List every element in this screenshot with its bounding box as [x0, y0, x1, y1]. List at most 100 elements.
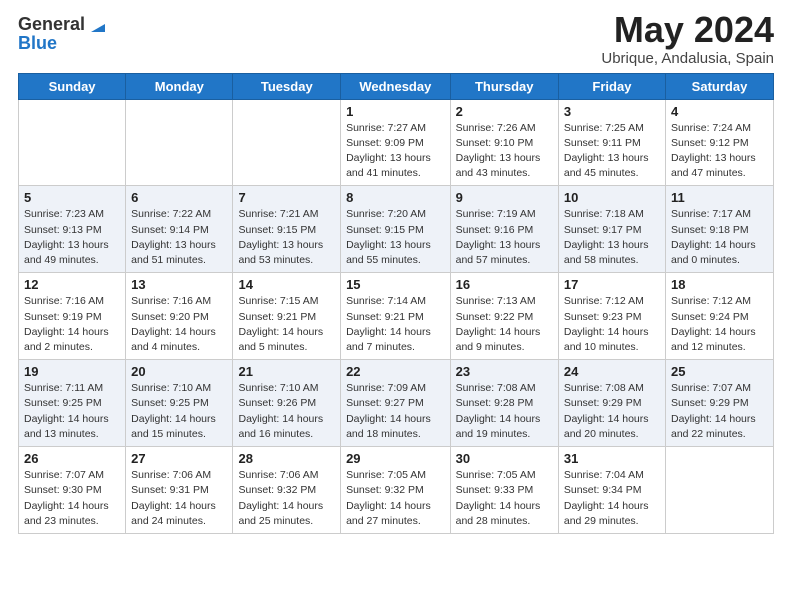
- day-info: Sunrise: 7:11 AMSunset: 9:25 PMDaylight:…: [24, 381, 120, 442]
- day-info: Sunrise: 7:16 AMSunset: 9:20 PMDaylight:…: [131, 294, 227, 355]
- page: General Blue May 2024 Ubrique, Andalusia…: [0, 0, 792, 612]
- calendar-empty-cell: [233, 99, 341, 186]
- calendar-day-cell: 1 Sunrise: 7:27 AMSunset: 9:09 PMDaylight…: [341, 99, 451, 186]
- day-info: Sunrise: 7:07 AMSunset: 9:30 PMDaylight:…: [24, 468, 120, 529]
- weekday-header-row: SundayMondayTuesdayWednesdayThursdayFrid…: [19, 73, 774, 99]
- weekday-header-tuesday: Tuesday: [233, 73, 341, 99]
- day-number: 10: [564, 190, 660, 205]
- day-info: Sunrise: 7:12 AMSunset: 9:24 PMDaylight:…: [671, 294, 768, 355]
- day-info: Sunrise: 7:14 AMSunset: 9:21 PMDaylight:…: [346, 294, 445, 355]
- calendar-day-cell: 27 Sunrise: 7:06 AMSunset: 9:31 PMDayligh…: [126, 447, 233, 534]
- day-number: 8: [346, 190, 445, 205]
- day-info: Sunrise: 7:05 AMSunset: 9:32 PMDaylight:…: [346, 468, 445, 529]
- calendar-week-row: 5 Sunrise: 7:23 AMSunset: 9:13 PMDaylight…: [19, 186, 774, 273]
- day-info: Sunrise: 7:13 AMSunset: 9:22 PMDaylight:…: [456, 294, 553, 355]
- calendar-day-cell: 17Sunrise: 7:12 AMSunset: 9:23 PMDayligh…: [558, 273, 665, 360]
- day-info: Sunrise: 7:21 AMSunset: 9:15 PMDaylight:…: [238, 207, 335, 268]
- day-number: 15: [346, 277, 445, 292]
- day-info: Sunrise: 7:17 AMSunset: 9:18 PMDaylight:…: [671, 207, 768, 268]
- day-info: Sunrise: 7:06 AMSunset: 9:31 PMDaylight:…: [131, 468, 227, 529]
- day-number: 1: [346, 104, 445, 119]
- calendar-day-cell: 6 Sunrise: 7:22 AMSunset: 9:14 PMDaylight…: [126, 186, 233, 273]
- calendar-empty-cell: [665, 447, 773, 534]
- day-info: Sunrise: 7:08 AMSunset: 9:29 PMDaylight:…: [564, 381, 660, 442]
- calendar-day-cell: 12Sunrise: 7:16 AMSunset: 9:19 PMDayligh…: [19, 273, 126, 360]
- day-number: 6: [131, 190, 227, 205]
- day-info: Sunrise: 7:22 AMSunset: 9:14 PMDaylight:…: [131, 207, 227, 268]
- day-number: 30: [456, 451, 553, 466]
- calendar-day-cell: 23Sunrise: 7:08 AMSunset: 9:28 PMDayligh…: [450, 360, 558, 447]
- calendar-day-cell: 7 Sunrise: 7:21 AMSunset: 9:15 PMDaylight…: [233, 186, 341, 273]
- calendar-day-cell: 19Sunrise: 7:11 AMSunset: 9:25 PMDayligh…: [19, 360, 126, 447]
- weekday-header-thursday: Thursday: [450, 73, 558, 99]
- day-number: 2: [456, 104, 553, 119]
- calendar-week-row: 1 Sunrise: 7:27 AMSunset: 9:09 PMDaylight…: [19, 99, 774, 186]
- day-number: 18: [671, 277, 768, 292]
- calendar-table: SundayMondayTuesdayWednesdayThursdayFrid…: [18, 73, 774, 534]
- calendar-day-cell: 9 Sunrise: 7:19 AMSunset: 9:16 PMDaylight…: [450, 186, 558, 273]
- logo-blue-text: Blue: [18, 34, 109, 54]
- day-number: 11: [671, 190, 768, 205]
- day-info: Sunrise: 7:15 AMSunset: 9:21 PMDaylight:…: [238, 294, 335, 355]
- title-month: May 2024: [601, 10, 774, 50]
- day-number: 14: [238, 277, 335, 292]
- day-number: 31: [564, 451, 660, 466]
- weekday-header-friday: Friday: [558, 73, 665, 99]
- calendar-day-cell: 22 Sunrise: 7:09 AMSunset: 9:27 PMDayligh…: [341, 360, 451, 447]
- day-info: Sunrise: 7:27 AMSunset: 9:09 PMDaylight:…: [346, 121, 445, 182]
- calendar-day-cell: 29 Sunrise: 7:05 AMSunset: 9:32 PMDayligh…: [341, 447, 451, 534]
- calendar-day-cell: 10 Sunrise: 7:18 AMSunset: 9:17 PMDayligh…: [558, 186, 665, 273]
- calendar-day-cell: 14 Sunrise: 7:15 AMSunset: 9:21 PMDayligh…: [233, 273, 341, 360]
- day-info: Sunrise: 7:12 AMSunset: 9:23 PMDaylight:…: [564, 294, 660, 355]
- calendar-day-cell: 4Sunrise: 7:24 AMSunset: 9:12 PMDaylight…: [665, 99, 773, 186]
- day-info: Sunrise: 7:09 AMSunset: 9:27 PMDaylight:…: [346, 381, 445, 442]
- calendar-day-cell: 8Sunrise: 7:20 AMSunset: 9:15 PMDaylight…: [341, 186, 451, 273]
- day-number: 27: [131, 451, 227, 466]
- calendar-week-row: 19Sunrise: 7:11 AMSunset: 9:25 PMDayligh…: [19, 360, 774, 447]
- day-info: Sunrise: 7:07 AMSunset: 9:29 PMDaylight:…: [671, 381, 768, 442]
- day-info: Sunrise: 7:16 AMSunset: 9:19 PMDaylight:…: [24, 294, 120, 355]
- calendar-day-cell: 26Sunrise: 7:07 AMSunset: 9:30 PMDayligh…: [19, 447, 126, 534]
- calendar-empty-cell: [19, 99, 126, 186]
- calendar-week-row: 26Sunrise: 7:07 AMSunset: 9:30 PMDayligh…: [19, 447, 774, 534]
- calendar-empty-cell: [126, 99, 233, 186]
- calendar-day-cell: 24 Sunrise: 7:08 AMSunset: 9:29 PMDayligh…: [558, 360, 665, 447]
- day-number: 20: [131, 364, 227, 379]
- calendar-week-row: 12Sunrise: 7:16 AMSunset: 9:19 PMDayligh…: [19, 273, 774, 360]
- calendar-day-cell: 11 Sunrise: 7:17 AMSunset: 9:18 PMDayligh…: [665, 186, 773, 273]
- day-info: Sunrise: 7:25 AMSunset: 9:11 PMDaylight:…: [564, 121, 660, 182]
- day-number: 24: [564, 364, 660, 379]
- day-info: Sunrise: 7:05 AMSunset: 9:33 PMDaylight:…: [456, 468, 553, 529]
- calendar-day-cell: 13Sunrise: 7:16 AMSunset: 9:20 PMDayligh…: [126, 273, 233, 360]
- weekday-header-wednesday: Wednesday: [341, 73, 451, 99]
- day-number: 7: [238, 190, 335, 205]
- day-info: Sunrise: 7:19 AMSunset: 9:16 PMDaylight:…: [456, 207, 553, 268]
- calendar-day-cell: 28Sunrise: 7:06 AMSunset: 9:32 PMDayligh…: [233, 447, 341, 534]
- calendar-day-cell: 15 Sunrise: 7:14 AMSunset: 9:21 PMDayligh…: [341, 273, 451, 360]
- calendar-day-cell: 25 Sunrise: 7:07 AMSunset: 9:29 PMDayligh…: [665, 360, 773, 447]
- day-info: Sunrise: 7:10 AMSunset: 9:26 PMDaylight:…: [238, 381, 335, 442]
- logo: General Blue: [18, 14, 109, 54]
- calendar-day-cell: 5 Sunrise: 7:23 AMSunset: 9:13 PMDaylight…: [19, 186, 126, 273]
- day-number: 29: [346, 451, 445, 466]
- day-number: 23: [456, 364, 553, 379]
- day-number: 9: [456, 190, 553, 205]
- logo-general-text: General: [18, 15, 85, 35]
- day-number: 25: [671, 364, 768, 379]
- day-info: Sunrise: 7:18 AMSunset: 9:17 PMDaylight:…: [564, 207, 660, 268]
- calendar-day-cell: 3Sunrise: 7:25 AMSunset: 9:11 PMDaylight…: [558, 99, 665, 186]
- day-info: Sunrise: 7:26 AMSunset: 9:10 PMDaylight:…: [456, 121, 553, 182]
- calendar-day-cell: 16Sunrise: 7:13 AMSunset: 9:22 PMDayligh…: [450, 273, 558, 360]
- calendar-day-cell: 20Sunrise: 7:10 AMSunset: 9:25 PMDayligh…: [126, 360, 233, 447]
- calendar-day-cell: 21Sunrise: 7:10 AMSunset: 9:26 PMDayligh…: [233, 360, 341, 447]
- day-number: 22: [346, 364, 445, 379]
- logo-icon: [87, 14, 109, 36]
- day-number: 5: [24, 190, 120, 205]
- title-location: Ubrique, Andalusia, Spain: [601, 50, 774, 67]
- day-info: Sunrise: 7:23 AMSunset: 9:13 PMDaylight:…: [24, 207, 120, 268]
- weekday-header-sunday: Sunday: [19, 73, 126, 99]
- day-number: 28: [238, 451, 335, 466]
- weekday-header-monday: Monday: [126, 73, 233, 99]
- weekday-header-saturday: Saturday: [665, 73, 773, 99]
- title-block: May 2024 Ubrique, Andalusia, Spain: [601, 10, 774, 67]
